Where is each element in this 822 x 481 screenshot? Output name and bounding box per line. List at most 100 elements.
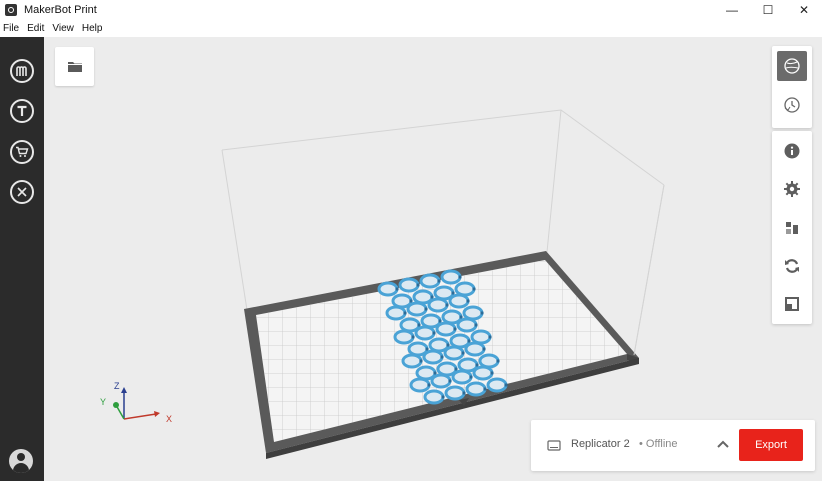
honeycomb-cell	[422, 349, 444, 365]
honeycomb-cell	[465, 381, 487, 397]
close-button[interactable]: ✕	[786, 0, 822, 20]
honeycomb-cell	[406, 301, 428, 317]
honeycomb-joint	[448, 379, 452, 383]
build-viewport[interactable]: Z Y X Replicator 2 • Offline Export	[44, 37, 822, 481]
rotate-button[interactable]	[777, 251, 807, 281]
chevron-up-icon	[717, 440, 729, 448]
axis-indicator: Z Y X	[100, 381, 172, 424]
minimize-button[interactable]: —	[714, 0, 750, 20]
rotate-icon	[785, 259, 799, 273]
export-button[interactable]: Export	[739, 429, 803, 461]
printer-name[interactable]: Replicator 2	[571, 438, 630, 450]
honeycomb-joint	[433, 371, 437, 375]
honeycomb-cell	[430, 373, 452, 389]
honeycomb-cell	[423, 389, 445, 405]
honeycomb-joint	[403, 311, 407, 315]
honeycomb-cell	[470, 329, 492, 345]
honeycomb-joint	[483, 387, 487, 391]
honeycomb-cell	[451, 369, 473, 385]
honeycomb-joint	[440, 355, 444, 359]
honeycomb-joint	[474, 323, 478, 327]
info-button[interactable]	[777, 136, 807, 166]
printer-panel: Replicator 2 • Offline Export	[531, 420, 815, 471]
user-avatar[interactable]	[9, 449, 33, 473]
honeycomb-cell	[454, 281, 476, 297]
title-bar: MakerBot Print — ☐ ✕	[0, 0, 822, 20]
honeycomb-joint	[475, 363, 479, 367]
honeycomb-cell	[486, 377, 508, 393]
settings-button[interactable]	[777, 174, 807, 204]
honeycomb-joint	[454, 367, 458, 371]
honeycomb-joint	[490, 371, 494, 375]
menu-edit[interactable]: Edit	[23, 20, 48, 37]
scale-button[interactable]	[777, 289, 807, 319]
honeycomb-joint	[416, 283, 420, 287]
honeycomb-cell	[409, 377, 431, 393]
honeycomb-joint	[488, 335, 492, 339]
build-volume-edge-front-right	[633, 184, 665, 356]
printer-expand-button[interactable]	[715, 437, 731, 453]
honeycomb-joint	[462, 391, 466, 395]
honeycomb-joint	[430, 295, 434, 299]
menu-bar: File Edit View Help	[0, 20, 822, 37]
print-preview-icon	[784, 97, 800, 113]
honeycomb-cell	[398, 277, 420, 293]
honeycomb-cell	[401, 353, 423, 369]
scale-icon	[785, 297, 799, 311]
honeycomb-cell	[427, 297, 449, 313]
printer-icon	[547, 440, 561, 451]
arrange-icon	[786, 222, 798, 234]
honeycomb-joint	[451, 291, 455, 295]
menu-file[interactable]: File	[0, 20, 23, 37]
utilities-icon[interactable]	[10, 180, 34, 204]
status-separator: •	[639, 438, 643, 450]
printer-status: • Offline	[639, 438, 678, 450]
thingiverse-icon[interactable]	[10, 99, 34, 123]
honeycomb-joint	[417, 323, 421, 327]
left-sidebar	[0, 37, 44, 481]
maximize-button[interactable]: ☐	[750, 0, 786, 20]
honeycomb-cell	[393, 329, 415, 345]
honeycomb-joint	[419, 359, 423, 363]
honeycomb-joint	[395, 287, 399, 291]
honeycomb-cell	[385, 305, 407, 321]
honeycomb-joint	[424, 307, 428, 311]
honeycomb-joint	[504, 383, 508, 387]
honeycomb-cell	[414, 325, 436, 341]
honeycomb-cell	[377, 281, 399, 297]
arrange-button[interactable]	[777, 213, 807, 243]
honeycomb-joint	[438, 319, 442, 323]
honeycomb-joint	[437, 279, 441, 283]
honeycomb-joint	[432, 331, 436, 335]
window-controls: — ☐ ✕	[714, 0, 822, 20]
honeycomb-cell	[472, 365, 494, 381]
menu-help[interactable]: Help	[78, 20, 107, 37]
settings-gear-icon	[784, 181, 800, 197]
print-preview-button[interactable]	[777, 90, 807, 120]
store-cart-icon[interactable]	[10, 140, 34, 164]
open-file-button[interactable]	[55, 47, 94, 86]
honeycomb-joint	[458, 275, 462, 279]
build-volume-edge-left	[221, 149, 248, 311]
honeycomb-joint	[482, 347, 486, 351]
info-icon	[784, 143, 800, 159]
folder-icon	[67, 62, 82, 72]
makerbot-logo-icon[interactable]	[10, 59, 34, 83]
view-toolbar	[772, 46, 812, 128]
honeycomb-cell	[440, 269, 462, 285]
honeycomb-joint	[459, 315, 463, 319]
honeycomb-joint	[441, 395, 445, 399]
build-volume-edge-back	[546, 109, 562, 253]
status-text: Offline	[645, 438, 678, 450]
view-mode-button[interactable]	[777, 51, 807, 81]
menu-view[interactable]: View	[48, 20, 78, 37]
honeycomb-joint	[472, 287, 476, 291]
honeycomb-joint	[466, 299, 470, 303]
honeycomb-joint	[469, 375, 473, 379]
honeycomb-cell	[462, 305, 484, 321]
axis-y-label: Y	[100, 397, 106, 407]
honeycomb-joint	[453, 327, 457, 331]
honeycomb-joint	[467, 339, 471, 343]
honeycomb-cell	[456, 317, 478, 333]
honeycomb-joint	[480, 311, 484, 315]
